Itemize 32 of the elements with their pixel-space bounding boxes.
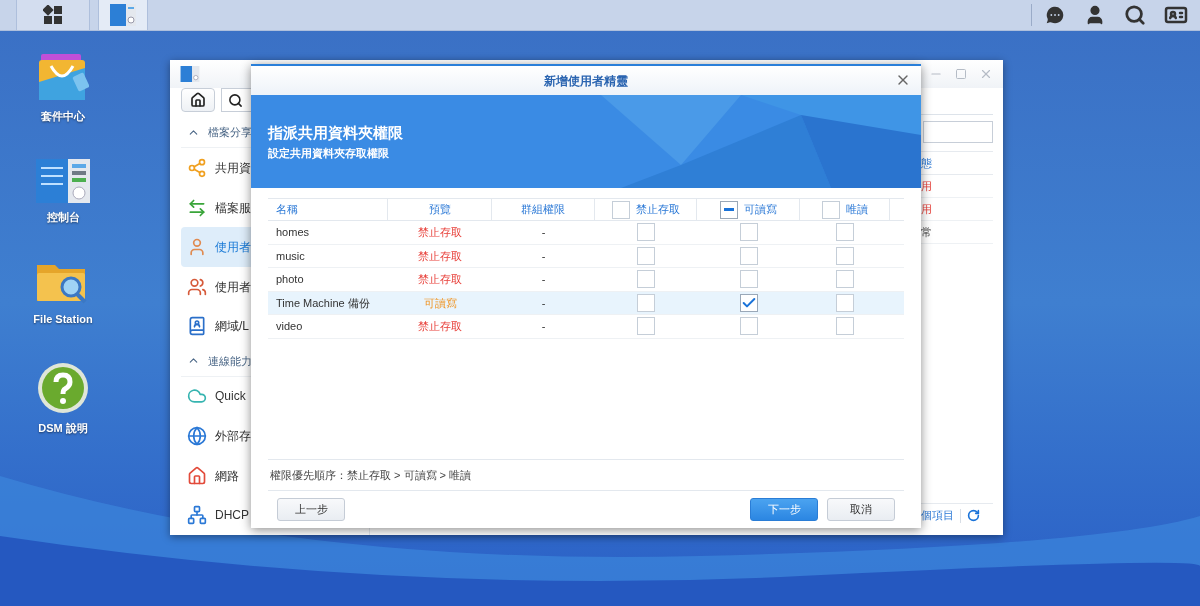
column-header: 名稱 bbox=[276, 202, 298, 218]
dialog-title: 新增使用者精靈 bbox=[544, 72, 628, 90]
preview-cell-text: 禁止存取 bbox=[418, 319, 462, 334]
permission-note: 權限優先順序：禁止存取 > 可讀寫 > 唯讀 bbox=[270, 467, 472, 483]
group-permission-cell-text: - bbox=[541, 295, 546, 311]
section-header: 檔案分享 bbox=[208, 125, 252, 141]
table-cell-text: 用 bbox=[921, 201, 932, 217]
group-permission-cell-text: - bbox=[541, 319, 546, 334]
folder-name: music bbox=[276, 248, 305, 264]
table-cell-text: 用 bbox=[921, 178, 932, 194]
column-header: 禁止存取 bbox=[635, 202, 680, 218]
group-permission-cell-text: - bbox=[541, 248, 546, 264]
folder-name: Time Machine 備份 bbox=[276, 295, 370, 311]
table-cell-text: 常 bbox=[921, 224, 932, 240]
column-header: 唯讀 bbox=[845, 202, 868, 218]
group-permission-cell-text: - bbox=[541, 272, 546, 287]
preview-cell-text: 禁止存取 bbox=[418, 225, 462, 240]
section-header: 連線能力 bbox=[208, 353, 252, 369]
column-header: 態 bbox=[921, 155, 932, 171]
column-header: 可讀寫 bbox=[743, 202, 777, 218]
column-header: 群組權限 bbox=[521, 202, 565, 218]
folder-name: homes bbox=[276, 225, 310, 240]
preview-cell-text: 禁止存取 bbox=[418, 248, 462, 264]
banner-title: 指派共用資料夾權限 bbox=[268, 123, 404, 143]
banner-subtitle: 設定共用資料夾存取權限 bbox=[268, 145, 390, 161]
folder-name: video bbox=[276, 319, 303, 334]
item-count: 個項目 bbox=[921, 508, 954, 524]
preview-cell-text: 禁止存取 bbox=[418, 272, 462, 287]
column-header: 預覽 bbox=[428, 202, 451, 218]
group-permission-cell-text: - bbox=[541, 225, 546, 240]
folder-name: photo bbox=[276, 272, 304, 287]
preview-cell-text: 可讀寫 bbox=[423, 295, 457, 311]
